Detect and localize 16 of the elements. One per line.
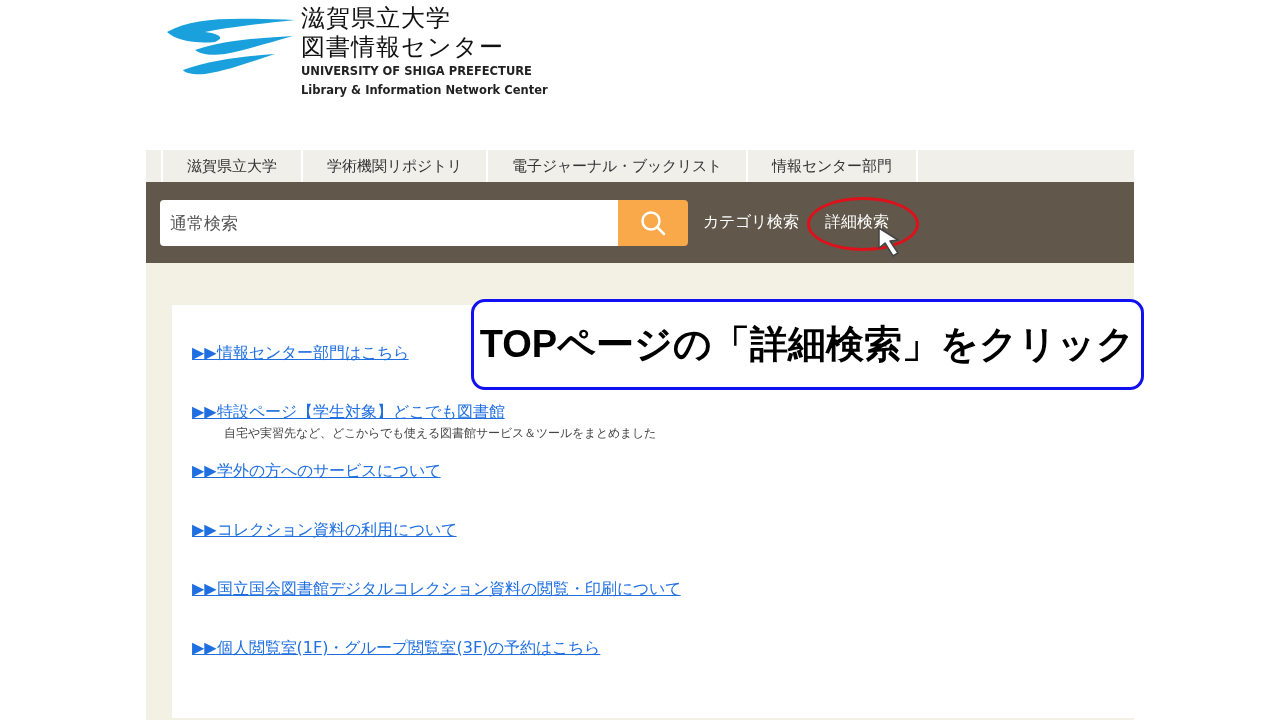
link-description: 自宅や実習先など、どこからでも使える図書館サービス＆ツールをまとめました [224, 425, 657, 442]
search-icon [640, 209, 666, 236]
logo-title: 図書情報センター [301, 33, 505, 62]
search-button[interactable] [618, 199, 688, 246]
logo-subtitle: Library & Information Network Center [301, 82, 548, 99]
info-link[interactable]: ▶▶学外の方へのサービスについて [192, 460, 441, 482]
info-link[interactable]: ▶▶国立国会図書館デジタルコレクション資料の閲覧・印刷について [192, 578, 681, 600]
logo-subtitle: UNIVERSITY OF SHIGA PREFECTURE [301, 63, 533, 80]
info-link[interactable]: ▶▶コレクション資料の利用について [192, 519, 457, 541]
info-link[interactable]: ▶▶情報センター部門はこちら [192, 342, 409, 364]
search-link[interactable]: 詳細検索 [825, 212, 889, 233]
search-link[interactable]: カテゴリ検索 [703, 212, 799, 233]
logo-title: 滋賀県立大学 [301, 4, 452, 33]
info-link[interactable]: ▶▶個人閲覧室(1F)・グループ閲覧室(3F)の予約はこちら [192, 637, 601, 659]
info-link[interactable]: ▶▶特設ページ【学生対象】どこでも図書館 [192, 401, 505, 423]
annotation-callout: TOPページの「詳細検索」をクリック [471, 299, 1144, 390]
